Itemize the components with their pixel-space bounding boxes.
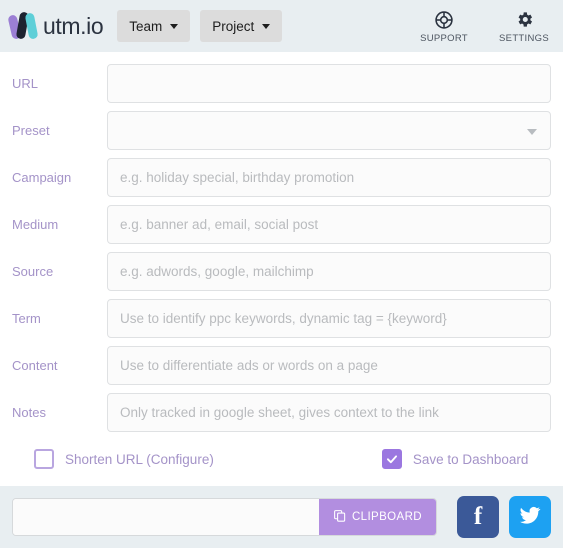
facebook-share-button[interactable]: f [457,496,499,538]
settings-button[interactable]: SETTINGS [495,9,553,44]
copy-to-clipboard-button[interactable]: CLIPBOARD [318,499,436,535]
app-logo[interactable]: utm.io [7,10,104,42]
twitter-icon [518,503,542,532]
utm-io-logo-icon [7,10,42,42]
url-input[interactable] [107,64,551,103]
form-row-medium: Medium [12,201,551,248]
content-field-wrap [107,346,551,385]
team-dropdown-button[interactable]: Team [117,10,191,42]
form-row-preset: Preset [12,107,551,154]
form-row-term: Term [12,295,551,342]
medium-label: Medium [12,217,59,232]
support-label: SUPPORT [420,32,468,44]
generated-url-input[interactable] [13,499,319,535]
term-field-wrap [107,299,551,338]
form-row-content: Content [12,342,551,389]
shorten-url-label: Shorten URL (Configure) [65,451,214,467]
source-field-wrap [107,252,551,291]
clipboard-label: CLIPBOARD [351,511,422,523]
form-row-campaign: Campaign [12,154,551,201]
medium-field-wrap [107,205,551,244]
project-dropdown-button[interactable]: Project [200,10,283,42]
url-field-wrap [107,64,551,103]
support-button[interactable]: SUPPORT [415,9,473,44]
content-label: Content [12,358,58,373]
chevron-down-icon [170,23,179,29]
result-input-group: CLIPBOARD [12,498,437,536]
project-button-label: Project [212,18,255,34]
result-bar: CLIPBOARD f [0,486,563,548]
preset-field-wrap [107,111,551,150]
shorten-url-checkbox[interactable]: Shorten URL (Configure) [34,449,214,469]
preset-label: Preset [12,123,50,138]
twitter-share-button[interactable] [509,496,551,538]
facebook-icon: f [473,503,483,530]
options-row: Shorten URL (Configure) Save to Dashboar… [12,436,551,482]
preset-select[interactable] [107,111,551,150]
notes-field-wrap [107,393,551,432]
save-to-dashboard-checkbox[interactable]: Save to Dashboard [381,449,529,469]
notes-input[interactable] [107,393,551,432]
save-to-dashboard-label: Save to Dashboard [412,451,529,467]
content-input[interactable] [107,346,551,385]
checkbox-checked-icon [381,449,402,469]
team-button-label: Team [129,18,163,34]
source-label: Source [12,264,54,279]
copy-icon [333,509,346,525]
app-header: utm.io Team Project SUPPORT SETTINGS [0,0,563,52]
notes-label: Notes [12,405,46,420]
campaign-label: Campaign [12,170,72,185]
form-row-notes: Notes [12,389,551,436]
medium-input[interactable] [107,205,551,244]
url-label: URL [12,76,39,91]
term-input[interactable] [107,299,551,338]
campaign-field-wrap [107,158,551,197]
gear-icon [515,9,534,31]
campaign-input[interactable] [107,158,551,197]
utm-builder-window: utm.io Team Project SUPPORT SETTINGS URL… [0,0,563,548]
checkbox-unchecked-icon [34,449,54,469]
form-row-url: URL [12,60,551,107]
lifebuoy-icon [434,9,454,31]
chevron-down-icon [262,23,271,29]
form-row-source: Source [12,248,551,295]
settings-label: SETTINGS [499,32,549,44]
term-label: Term [12,311,41,326]
source-input[interactable] [107,252,551,291]
utm-form: URL Preset Campaign Medium Sour [0,52,563,486]
logo-text: utm.io [43,12,104,39]
